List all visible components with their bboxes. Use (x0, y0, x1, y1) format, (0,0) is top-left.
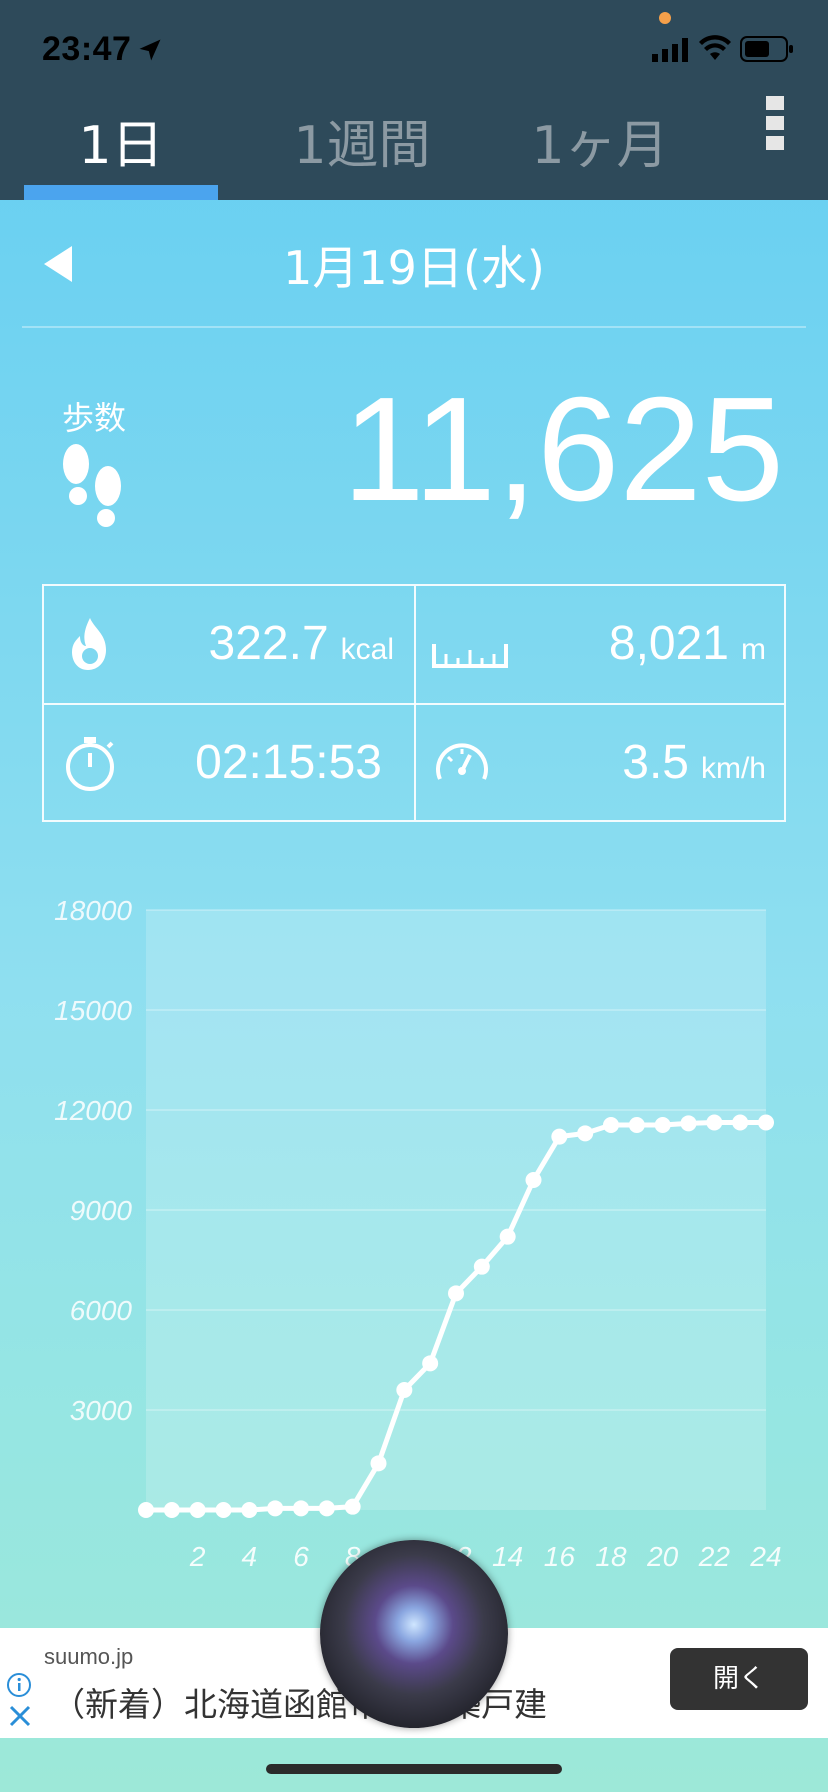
speedometer-icon (436, 743, 488, 780)
data-point (628, 1117, 645, 1133)
x-tick-label: 18 (595, 1541, 627, 1572)
info-icon[interactable] (6, 1672, 32, 1698)
y-tick-label: 12000 (54, 1095, 132, 1126)
steps-count: 11,625 (342, 367, 784, 532)
data-point (758, 1114, 774, 1131)
battery-icon (740, 36, 793, 62)
data-point (344, 1498, 361, 1515)
ad-open-button[interactable]: 開く (670, 1648, 808, 1710)
data-point (370, 1455, 387, 1472)
flame-icon (72, 618, 106, 670)
data-point (577, 1125, 594, 1142)
data-point (551, 1128, 568, 1145)
footprints-icon (63, 444, 121, 527)
data-point (448, 1285, 464, 1302)
data-point (267, 1500, 284, 1517)
tab-week[interactable]: 1週間 (262, 106, 462, 186)
duration-cell: 02:15:53 (44, 705, 414, 822)
speed-value: 3.5 (622, 736, 689, 789)
y-tick-label: 15000 (54, 995, 132, 1026)
x-tick-label: 2 (189, 1541, 206, 1572)
data-point (241, 1502, 258, 1518)
wifi-icon (699, 35, 731, 60)
x-tick-label: 14 (492, 1541, 523, 1572)
x-tick-label: 4 (242, 1541, 258, 1572)
data-point (654, 1117, 671, 1133)
home-indicator[interactable] (266, 1764, 562, 1774)
data-point (318, 1500, 335, 1517)
close-icon[interactable] (8, 1704, 32, 1728)
data-point (525, 1172, 542, 1188)
tab-day[interactable]: 1日 (24, 106, 218, 186)
stopwatch-icon (66, 737, 114, 791)
calories-unit: kcal (340, 633, 394, 666)
ruler-icon (432, 644, 508, 668)
speed-unit: km/h (700, 752, 766, 785)
calories-value: 322.7 (208, 617, 329, 670)
cellular-signal-icon (652, 38, 688, 62)
data-point (138, 1502, 154, 1518)
data-point (215, 1502, 232, 1518)
status-bar: 23:47 (0, 0, 828, 100)
distance-value: 8,021 (608, 617, 729, 670)
location-arrow-icon (139, 39, 161, 61)
divider (22, 326, 806, 328)
steps-label: 歩数 (62, 399, 127, 437)
date-navigator: 1月19日(水) (0, 200, 828, 326)
data-point (422, 1355, 439, 1372)
active-tab-indicator (24, 185, 218, 200)
data-point (189, 1502, 206, 1518)
data-point (293, 1500, 309, 1517)
x-tick-label: 16 (544, 1541, 576, 1572)
data-point (732, 1114, 749, 1131)
y-tick-label: 9000 (70, 1195, 133, 1226)
tab-month[interactable]: 1ヶ月 (500, 106, 700, 186)
y-tick-label: 3000 (70, 1395, 133, 1426)
data-point (396, 1382, 413, 1398)
x-tick-label: 24 (749, 1541, 781, 1572)
y-tick-label: 18000 (54, 895, 132, 926)
speed-cell: 3.5 km/h (416, 705, 786, 822)
ad-domain: suumo.jp (44, 1644, 134, 1669)
data-point (163, 1502, 180, 1518)
calories-cell: 322.7 kcal (44, 586, 414, 703)
siri-orb[interactable] (320, 1540, 508, 1728)
x-tick-label: 22 (698, 1541, 731, 1572)
x-tick-label: 20 (646, 1541, 679, 1572)
x-tick-label: 6 (293, 1541, 309, 1572)
y-tick-label: 6000 (70, 1295, 133, 1326)
more-menu-icon[interactable] (766, 96, 786, 156)
status-time: 23:47 (42, 30, 132, 68)
data-point (499, 1228, 516, 1245)
privacy-indicator-dot (659, 12, 671, 24)
duration-value: 02:15:53 (195, 736, 382, 789)
distance-unit: m (741, 633, 766, 666)
app-header: 23:47 1日 1週間 1ヶ月 (0, 0, 828, 200)
data-point (473, 1258, 490, 1275)
data-point (706, 1114, 723, 1131)
steps-line-chart: 3000600090001200015000180002468101214161… (54, 895, 781, 1572)
stats-grid: 322.7 kcal 8,021 m 02:15:53 3.5 km/h (42, 584, 786, 822)
distance-cell: 8,021 m (416, 586, 786, 703)
current-date: 1月19日(水) (283, 241, 545, 295)
data-point (680, 1115, 697, 1132)
data-point (603, 1117, 619, 1133)
